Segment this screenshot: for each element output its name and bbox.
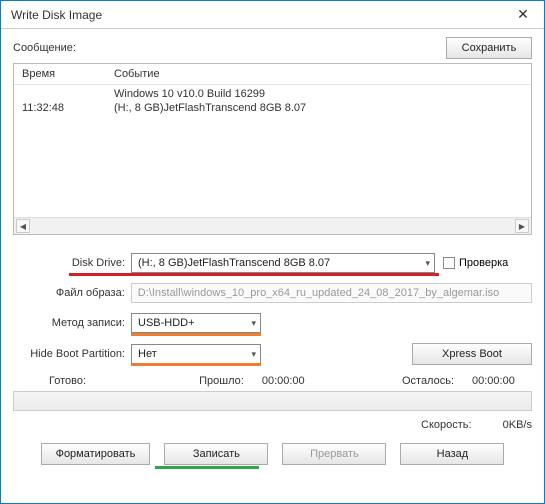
hide-boot-value: Нет (138, 348, 157, 360)
message-label: Сообщение: (13, 42, 76, 54)
image-file-value: D:\Install\windows_10_pro_x64_ru_updated… (138, 287, 499, 299)
image-file-row: Файл образа: D:\Install\windows_10_pro_x… (13, 283, 532, 303)
annotation-red-line (69, 273, 439, 276)
log-cell-event: (H:, 8 GB)JetFlashTranscend 8GB 8.07 (114, 102, 523, 114)
scroll-left-icon[interactable]: ◀ (16, 219, 30, 233)
button-row: Форматировать Записать Прервать Назад (13, 443, 532, 465)
elapsed-label: Прошло: (199, 375, 244, 387)
titlebar: Write Disk Image ✕ (1, 1, 544, 29)
verify-label: Проверка (459, 257, 508, 269)
log-header-time: Время (22, 68, 114, 80)
verify-checkbox-wrap: Проверка (443, 257, 508, 269)
disk-drive-row: Disk Drive: (H:, 8 GB)JetFlashTranscend … (13, 253, 532, 273)
log-cell-event: Windows 10 v10.0 Build 16299 (114, 88, 523, 100)
log-header: Время Событие (14, 64, 531, 85)
format-button[interactable]: Форматировать (41, 443, 151, 465)
disk-drive-select[interactable]: (H:, 8 GB)JetFlashTranscend 8GB 8.07 ▾ (131, 253, 435, 273)
hide-boot-label: Hide Boot Partition: (13, 348, 131, 360)
write-method-value: USB-HDD+ (138, 317, 195, 329)
scroll-right-icon[interactable]: ▶ (515, 219, 529, 233)
progress-bar (13, 391, 532, 411)
image-file-label: Файл образа: (13, 287, 131, 299)
abort-button: Прервать (282, 443, 386, 465)
write-button[interactable]: Записать (164, 443, 268, 465)
log-body: Windows 10 v10.0 Build 16299 11:32:48 (H… (14, 85, 531, 217)
horizontal-scrollbar[interactable]: ◀ ▶ (14, 217, 531, 234)
speed-label: Скорость: (421, 419, 472, 431)
form-area: Disk Drive: (H:, 8 GB)JetFlashTranscend … (13, 253, 532, 465)
verify-checkbox[interactable] (443, 257, 455, 269)
message-row: Сообщение: Сохранить (13, 37, 532, 59)
hide-boot-select[interactable]: Нет ▾ (131, 344, 261, 364)
speed-value: 0KB/s (503, 419, 532, 431)
chevron-down-icon: ▾ (251, 318, 256, 329)
remain-value: 00:00:00 (472, 375, 532, 387)
remain-label: Осталось: (402, 375, 454, 387)
annotation-orange-line (131, 333, 261, 336)
hide-boot-row: Hide Boot Partition: Нет ▾ Xpress Boot (13, 343, 532, 365)
window-title: Write Disk Image (11, 8, 102, 22)
log-header-event: Событие (114, 68, 523, 80)
annotation-green-line (155, 466, 259, 469)
content-area: Сообщение: Сохранить Время Событие Windo… (1, 29, 544, 475)
close-button[interactable]: ✕ (502, 1, 544, 29)
chevron-down-icon: ▾ (425, 258, 430, 269)
annotation-orange-line (131, 363, 261, 366)
write-method-row: Метод записи: USB-HDD+ ▾ (13, 313, 532, 333)
write-method-select[interactable]: USB-HDD+ ▾ (131, 313, 261, 333)
chevron-down-icon: ▾ (251, 349, 256, 360)
progress-text-row: Готово: Прошло: 00:00:00 Осталось: 00:00… (13, 375, 532, 387)
xpress-boot-button[interactable]: Xpress Boot (412, 343, 532, 365)
save-button[interactable]: Сохранить (446, 37, 532, 59)
elapsed-value: 00:00:00 (262, 375, 322, 387)
ready-label: Готово: (49, 375, 119, 387)
write-method-label: Метод записи: (13, 317, 131, 329)
log-box: Время Событие Windows 10 v10.0 Build 162… (13, 63, 532, 235)
speed-row: Скорость: 0KB/s (13, 419, 532, 431)
log-row: Windows 10 v10.0 Build 16299 (22, 87, 523, 101)
disk-drive-label: Disk Drive: (13, 257, 131, 269)
log-cell-time (22, 88, 114, 100)
image-file-field: D:\Install\windows_10_pro_x64_ru_updated… (131, 283, 532, 303)
back-button[interactable]: Назад (400, 443, 504, 465)
disk-drive-value: (H:, 8 GB)JetFlashTranscend 8GB 8.07 (138, 257, 330, 269)
log-cell-time: 11:32:48 (22, 102, 114, 114)
close-icon: ✕ (517, 6, 529, 23)
log-row: 11:32:48 (H:, 8 GB)JetFlashTranscend 8GB… (22, 101, 523, 115)
